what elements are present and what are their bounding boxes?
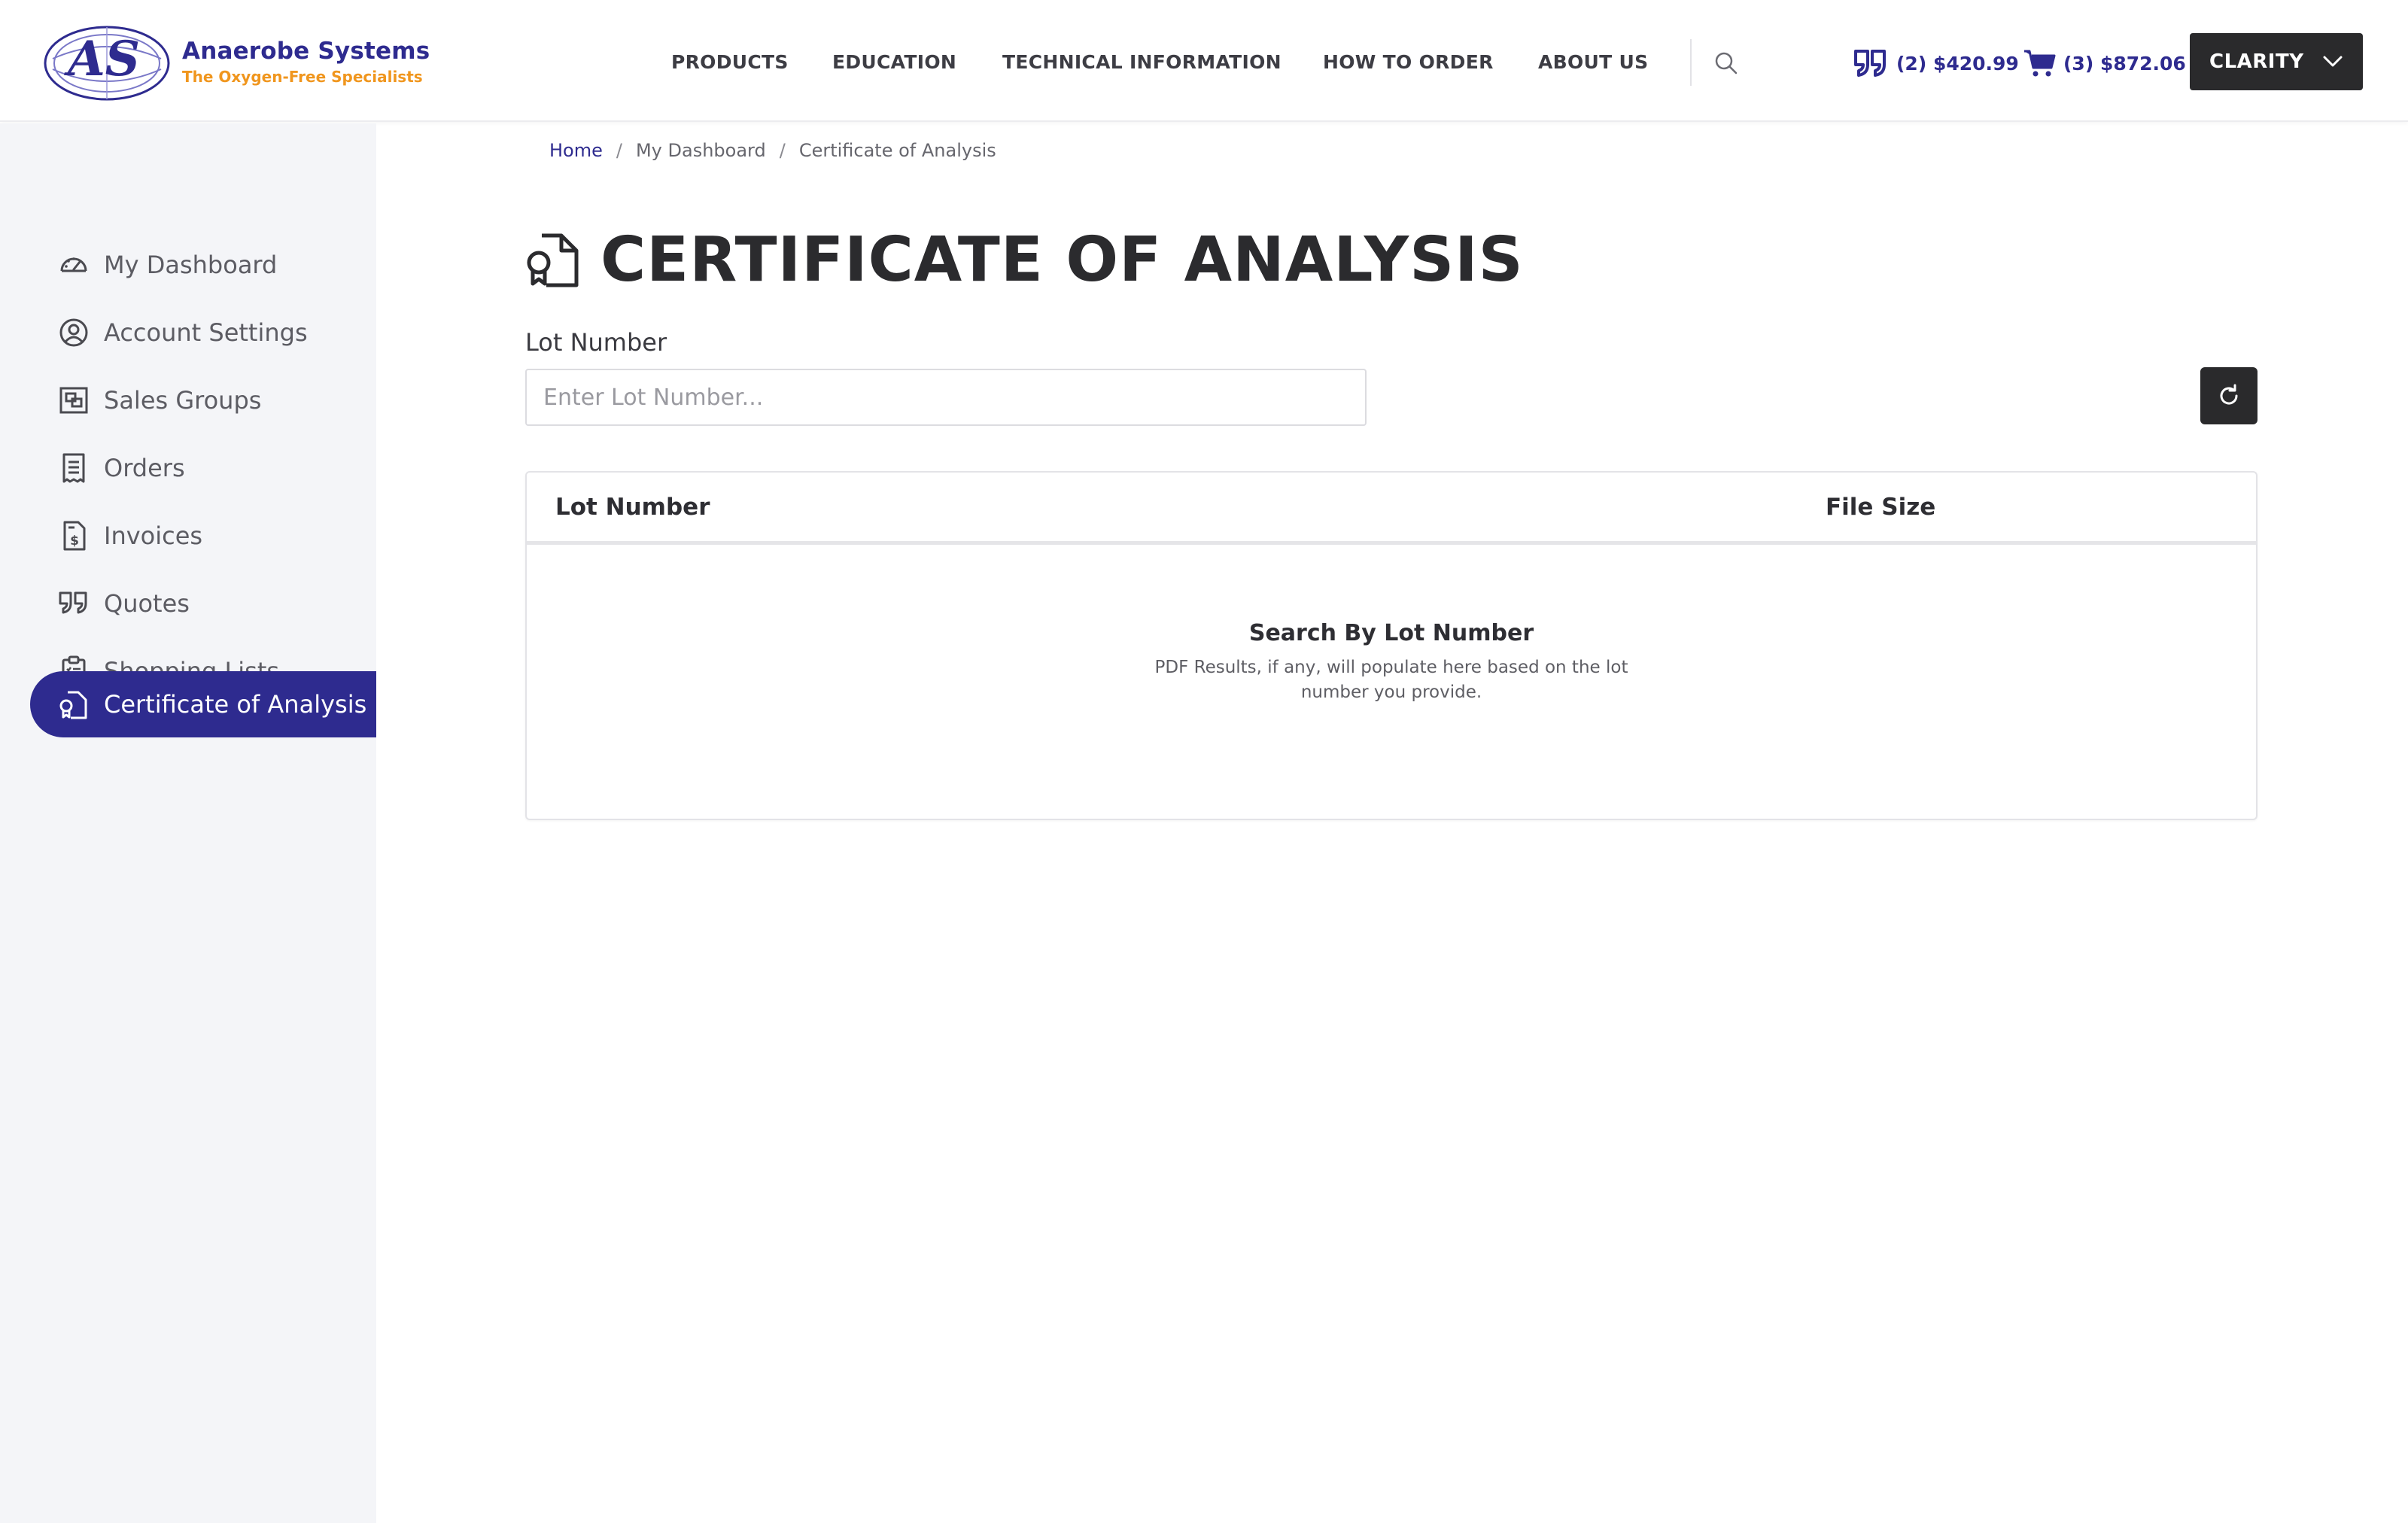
page-header: CERTIFICATE OF ANALYSIS bbox=[522, 218, 1524, 301]
refresh-button[interactable] bbox=[2200, 367, 2258, 424]
user-circle-icon bbox=[59, 318, 88, 347]
refresh-icon bbox=[2220, 384, 2238, 405]
receipt-icon bbox=[62, 453, 85, 483]
sidebar-item-label: Sales Groups bbox=[104, 386, 262, 415]
breadcrumb-home-link[interactable]: Home bbox=[549, 140, 603, 161]
nav-technical-information[interactable]: TECHNICAL INFORMATION bbox=[1002, 51, 1282, 73]
svg-text:$: $ bbox=[70, 534, 79, 549]
sidebar-item-label: Invoices bbox=[104, 521, 203, 550]
nav-about-us[interactable]: ABOUT US bbox=[1538, 51, 1648, 73]
page-title: CERTIFICATE OF ANALYSIS bbox=[600, 223, 1524, 296]
account-menu-button[interactable]: CLARITY bbox=[2190, 33, 2363, 90]
nav-products[interactable]: PRODUCTS bbox=[671, 51, 789, 73]
empty-state: Search By Lot Number PDF Results, if any… bbox=[527, 620, 2256, 705]
brand-name: Anaerobe Systems bbox=[182, 38, 430, 65]
account-name: CLARITY bbox=[2209, 50, 2304, 73]
brand-tagline: The Oxygen-Free Specialists bbox=[182, 68, 423, 86]
quote-icon bbox=[1854, 50, 1886, 77]
chevron-down-icon bbox=[2323, 56, 2343, 67]
table-header-row: Lot Number File Size bbox=[527, 473, 2256, 545]
quotes-summary[interactable]: (2) $420.99 bbox=[1853, 47, 2019, 80]
lot-number-input[interactable] bbox=[525, 369, 1367, 426]
sales-groups-icon bbox=[59, 387, 88, 414]
sidebar-item-label: Orders bbox=[104, 454, 185, 482]
account-sidebar: My Dashboard Account Settings Sales Grou… bbox=[0, 123, 376, 1523]
dashboard-gauge-icon bbox=[60, 257, 87, 272]
quote-icon bbox=[59, 591, 87, 614]
sidebar-item-quotes[interactable]: Quotes bbox=[30, 570, 376, 637]
search-icon[interactable] bbox=[1713, 50, 1740, 77]
cart-summary[interactable]: (3) $872.06 bbox=[2023, 47, 2186, 80]
invoice-dollar-icon: $ bbox=[63, 521, 86, 551]
breadcrumb-current: Certificate of Analysis bbox=[798, 140, 996, 161]
brand-logo[interactable]: AS Anaerobe Systems The Oxygen-Free Spec… bbox=[42, 18, 433, 105]
nav-education[interactable]: EDUCATION bbox=[832, 51, 956, 73]
empty-state-subtitle: PDF Results, if any, will populate here … bbox=[1154, 658, 1628, 702]
sidebar-item-label: My Dashboard bbox=[104, 251, 278, 279]
breadcrumb-separator: / bbox=[616, 140, 622, 161]
certificate-file-icon bbox=[59, 691, 87, 719]
breadcrumb-separator: / bbox=[779, 140, 786, 161]
certificate-file-icon bbox=[527, 233, 579, 287]
quotes-summary-text: (2) $420.99 bbox=[1896, 52, 2019, 74]
svg-text:AS: AS bbox=[64, 31, 140, 87]
sidebar-item-label: Quotes bbox=[104, 589, 190, 618]
column-header-file-size[interactable]: File Size bbox=[1826, 494, 1935, 521]
sidebar-item-label: Account Settings bbox=[104, 318, 308, 347]
cart-summary-text: (3) $872.06 bbox=[2063, 52, 2186, 74]
site-header: AS Anaerobe Systems The Oxygen-Free Spec… bbox=[0, 0, 2408, 122]
sidebar-item-label: Certificate of Analysis bbox=[104, 690, 367, 719]
sidebar-item-account-settings[interactable]: Account Settings bbox=[30, 299, 376, 366]
column-header-lot-number[interactable]: Lot Number bbox=[555, 494, 710, 521]
sidebar-item-orders[interactable]: Orders bbox=[30, 435, 376, 501]
empty-state-title: Search By Lot Number bbox=[1248, 620, 1534, 646]
nav-how-to-order[interactable]: HOW TO ORDER bbox=[1323, 51, 1494, 73]
sidebar-item-my-dashboard[interactable]: My Dashboard bbox=[30, 232, 376, 298]
coa-results-table: Lot Number File Size Search By Lot Numbe… bbox=[525, 471, 2258, 820]
nav-divider bbox=[1690, 39, 1692, 86]
sidebar-item-certificate-of-analysis[interactable]: Certificate of Analysis bbox=[30, 671, 376, 737]
breadcrumb: Home / My Dashboard / Certificate of Ana… bbox=[549, 140, 996, 161]
lot-number-label: Lot Number bbox=[525, 328, 667, 357]
sidebar-item-invoices[interactable]: $ Invoices bbox=[30, 503, 376, 569]
cart-icon bbox=[2024, 50, 2056, 77]
sidebar-item-sales-groups[interactable]: Sales Groups bbox=[30, 367, 376, 433]
breadcrumb-dashboard-link[interactable]: My Dashboard bbox=[636, 140, 766, 161]
logo-emblem-icon: AS bbox=[44, 26, 170, 101]
